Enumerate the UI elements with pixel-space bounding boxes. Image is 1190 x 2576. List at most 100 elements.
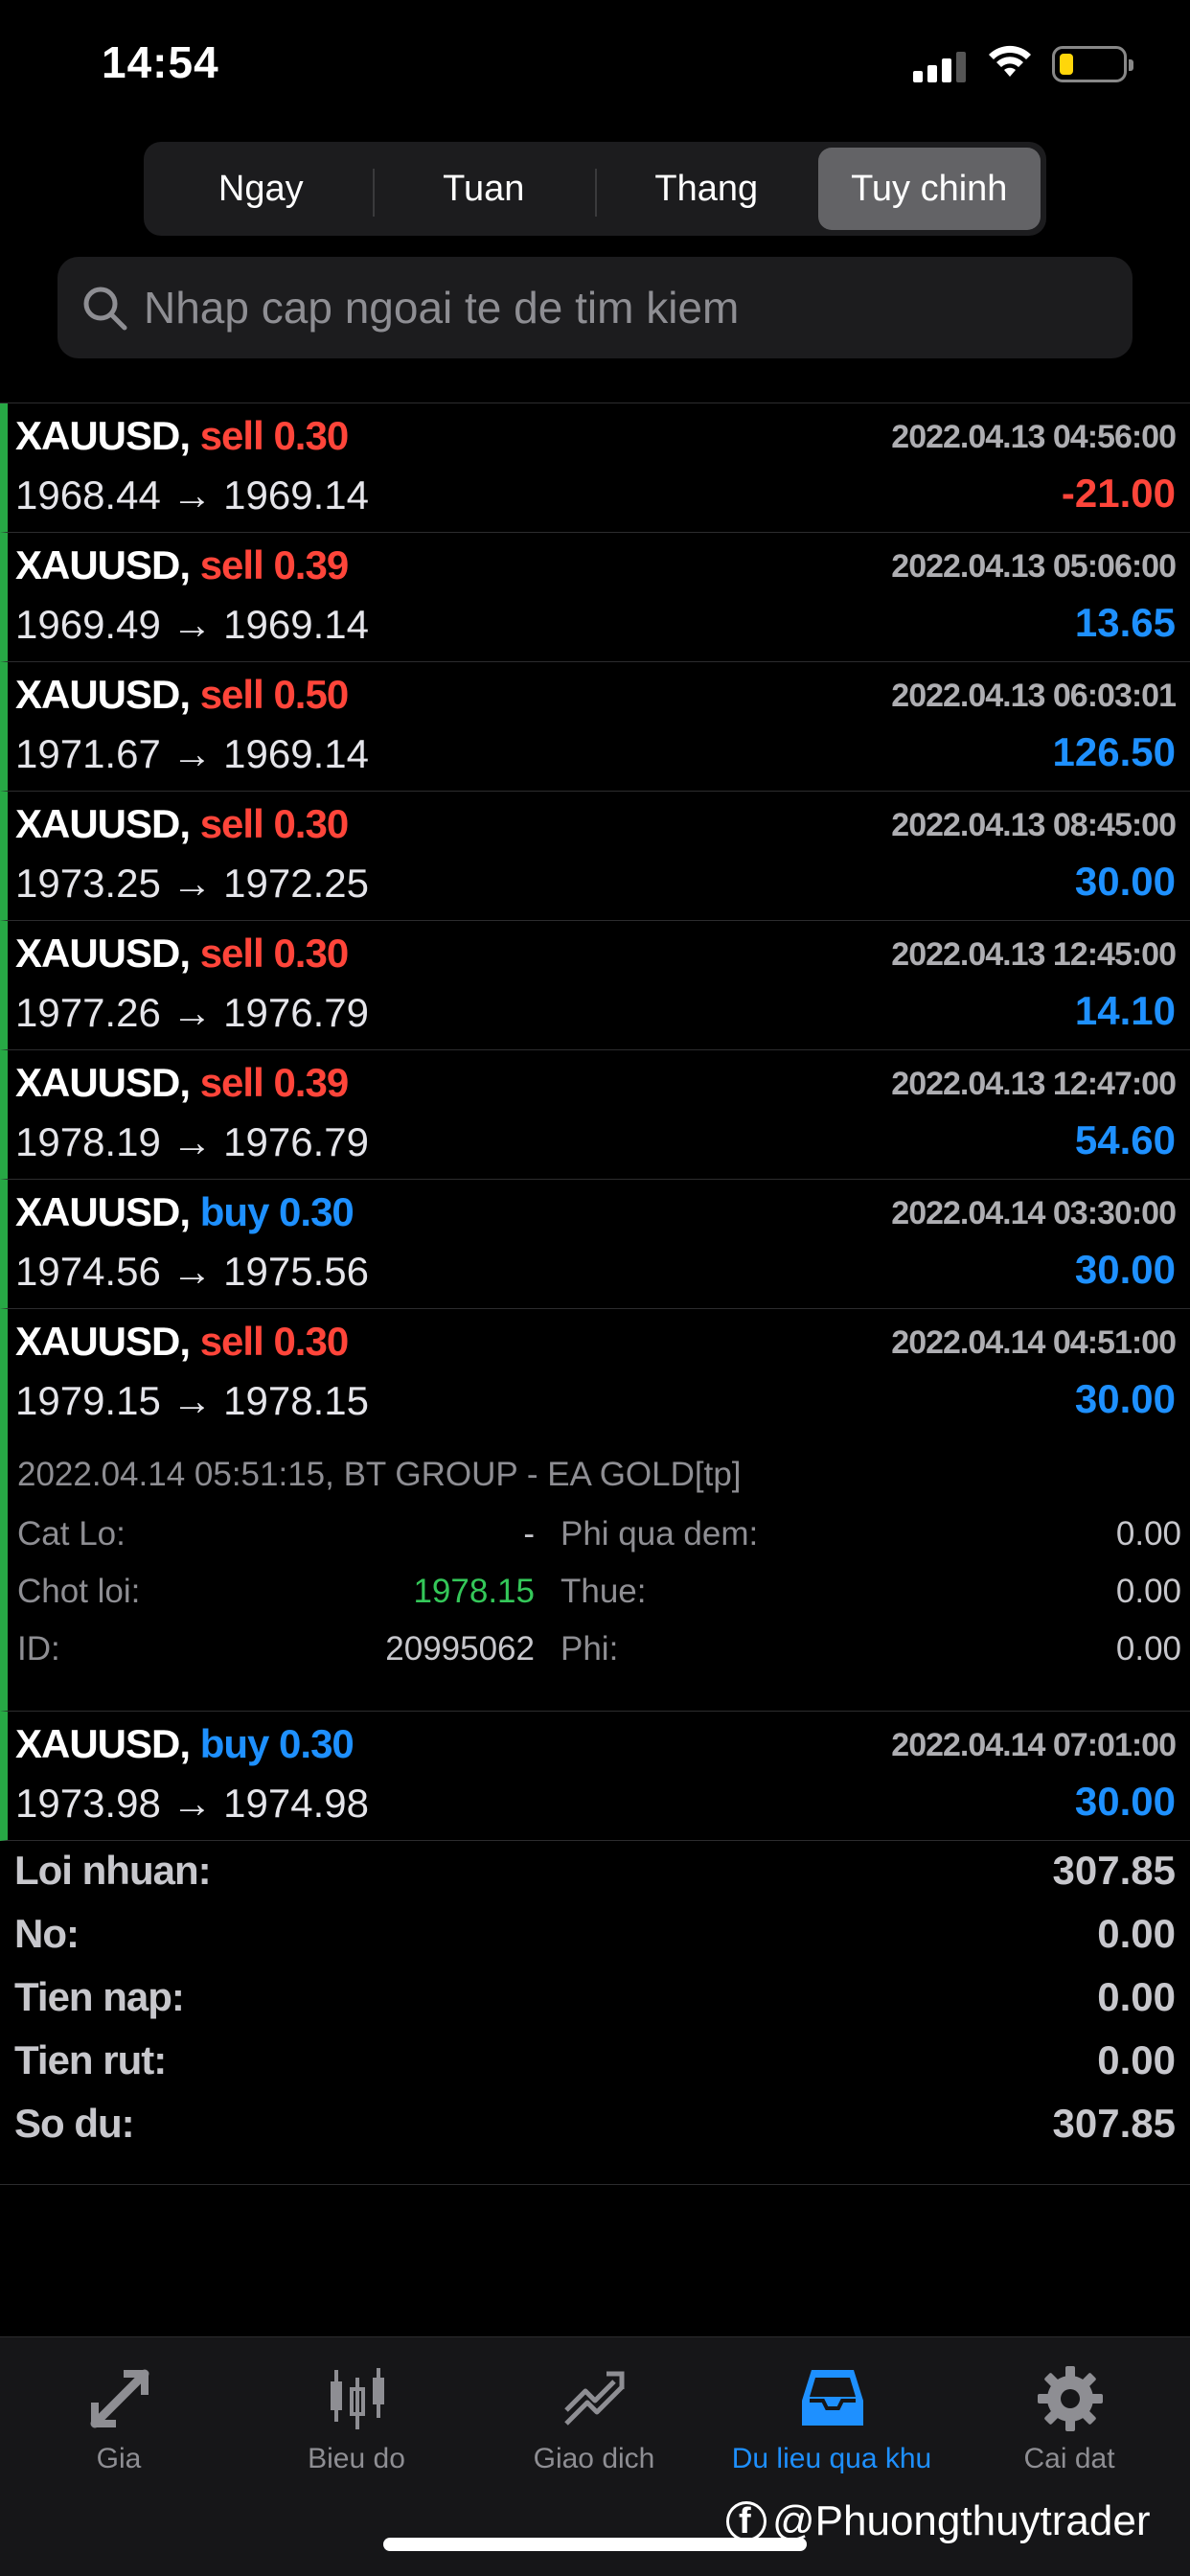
trade-symbol: XAUUSD, <box>15 413 191 458</box>
trade-profit: 14.10 <box>1074 988 1176 1033</box>
trade-row[interactable]: XAUUSD, sell 0.50 2022.04.13 06:03:01 19… <box>0 662 1190 792</box>
trade-close-info: 2022.04.14 05:51:15, BT GROUP - EA GOLD[… <box>17 1456 742 1493</box>
id-value: 20995062 <box>385 1630 535 1668</box>
stop-loss-value: - <box>523 1515 535 1552</box>
trade-row[interactable]: XAUUSD, sell 0.30 2022.04.13 04:56:00 19… <box>0 403 1190 533</box>
fee-label: Phi: <box>561 1630 619 1668</box>
trade-datetime: 2022.04.14 04:51:00 <box>891 1324 1177 1361</box>
status-time: 14:54 <box>102 37 219 87</box>
trade-symbol: XAUUSD, <box>15 1060 191 1105</box>
trade-side: sell <box>199 542 264 587</box>
search-bar <box>57 257 1133 358</box>
trade-side: buy <box>199 1721 270 1766</box>
segment-tuan[interactable]: Tuan <box>372 148 596 230</box>
trade-volume: 0.30 <box>279 1189 355 1234</box>
trade-symbol: XAUUSD, <box>15 542 191 587</box>
fee-value: 0.00 <box>1115 1630 1181 1668</box>
trade-row[interactable]: XAUUSD, sell 0.30 2022.04.13 08:45:00 19… <box>0 792 1190 921</box>
trade-side: sell <box>199 1319 264 1364</box>
trade-volume: 0.30 <box>279 1721 355 1766</box>
trade-symbol: XAUUSD, <box>15 1319 191 1364</box>
segment-thang[interactable]: Thang <box>595 148 818 230</box>
withdrawal-value: 0.00 <box>1097 2037 1176 2082</box>
credit-label: No: <box>14 1911 80 1956</box>
trade-prices: 1973.98 → 1974.98 <box>15 1781 369 1826</box>
tab-du-lieu-qua-khu[interactable]: Du lieu qua khu <box>713 2355 950 2498</box>
trade-profit: 126.50 <box>1052 729 1176 774</box>
deposit-value: 0.00 <box>1097 1974 1176 2019</box>
credit-value: 0.00 <box>1097 1911 1176 1956</box>
trade-prices: 1971.67 → 1969.14 <box>15 731 369 776</box>
trade-profit: -21.00 <box>1061 471 1176 516</box>
profit-value: 307.85 <box>1052 1848 1176 1893</box>
trade-volume: 0.30 <box>273 801 349 846</box>
balance-value: 307.85 <box>1052 2101 1176 2146</box>
trade-volume: 0.30 <box>273 931 349 976</box>
withdrawal-label: Tien rut: <box>14 2037 167 2082</box>
trade-row[interactable]: XAUUSD, buy 0.30 2022.04.14 03:30:00 197… <box>0 1180 1190 1309</box>
trade-prices: 1979.15 → 1978.15 <box>15 1378 369 1423</box>
trade-prices: 1968.44 → 1969.14 <box>15 472 369 518</box>
trade-datetime: 2022.04.14 07:01:00 <box>891 1727 1177 1763</box>
trade-symbol: XAUUSD, <box>15 801 191 846</box>
tab-gia-label: Gia <box>96 2443 142 2474</box>
trade-prices: 1974.56 → 1975.56 <box>15 1249 369 1294</box>
tab-bieu-do[interactable]: Bieu do <box>238 2355 475 2498</box>
trade-side: sell <box>199 931 264 976</box>
cellular-signal-icon <box>913 50 967 82</box>
trade-profit: 13.65 <box>1074 600 1176 645</box>
trade-volume: 0.30 <box>273 413 349 458</box>
trade-side: sell <box>199 801 264 846</box>
take-profit-value: 1978.15 <box>413 1573 535 1610</box>
profit-label: Loi nhuan: <box>14 1848 212 1893</box>
tab-gia[interactable]: Gia <box>0 2355 238 2498</box>
trade-prices: 1969.49 → 1969.14 <box>15 602 369 647</box>
swap-label: Phi qua dem: <box>561 1515 759 1552</box>
trade-row[interactable]: XAUUSD, sell 0.39 2022.04.13 05:06:00 19… <box>0 533 1190 662</box>
facebook-icon <box>726 2501 767 2542</box>
trade-profit: 30.00 <box>1074 1779 1176 1824</box>
tab-giao-dich[interactable]: Giao dich <box>475 2355 713 2498</box>
trade-volume: 0.30 <box>273 1319 349 1364</box>
trade-row-expanded[interactable]: XAUUSD, sell 0.30 2022.04.14 04:51:00 19… <box>0 1309 1190 1712</box>
tab-cai-dat-label: Cai dat <box>1023 2443 1115 2474</box>
trade-row[interactable]: XAUUSD, sell 0.30 2022.04.13 12:45:00 19… <box>0 921 1190 1050</box>
search-input[interactable] <box>144 257 1111 358</box>
account-summary: Loi nhuan: 307.85 No: 0.00 Tien nap: 0.00 T… <box>0 1840 1190 2185</box>
trade-prices: 1973.25 → 1972.25 <box>15 861 369 906</box>
candlestick-chart-icon <box>331 2368 384 2429</box>
segment-ngay[interactable]: Ngay <box>149 148 373 230</box>
segment-tuy-chinh[interactable]: Tuy chinh <box>817 148 1041 230</box>
battery-icon <box>1052 46 1133 82</box>
trade-profit: 30.00 <box>1074 1247 1176 1292</box>
trade-datetime: 2022.04.13 04:56:00 <box>891 419 1177 455</box>
period-segmented-control: Ngay Tuan Thang Tuy chinh <box>144 142 1046 236</box>
trade-prices: 1977.26 → 1976.79 <box>15 990 369 1035</box>
trade-side: sell <box>199 1060 264 1105</box>
trade-datetime: 2022.04.13 05:06:00 <box>891 548 1177 585</box>
wifi-icon <box>989 45 1031 77</box>
trade-profit: 54.60 <box>1074 1117 1176 1162</box>
tab-giao-dich-label: Giao dich <box>533 2443 655 2474</box>
tab-du-lieu-qua-khu-label: Du lieu qua khu <box>731 2443 932 2474</box>
trade-profit: 30.00 <box>1074 859 1176 904</box>
trade-symbol: XAUUSD, <box>15 672 191 717</box>
quotes-arrows-icon <box>90 2369 149 2428</box>
trade-symbol: XAUUSD, <box>15 1721 191 1766</box>
trade-row[interactable]: XAUUSD, sell 0.39 2022.04.13 12:47:00 19… <box>0 1050 1190 1180</box>
trade-volume: 0.39 <box>273 542 349 587</box>
trade-side: buy <box>199 1189 270 1234</box>
deposit-label: Tien nap: <box>14 1974 185 2019</box>
trade-datetime: 2022.04.13 08:45:00 <box>891 807 1177 843</box>
trade-row[interactable]: XAUUSD, buy 0.30 2022.04.14 07:01:00 197… <box>0 1712 1190 1841</box>
home-indicator[interactable] <box>383 2538 807 2551</box>
tax-label: Thue: <box>561 1573 647 1610</box>
trade-prices: 1978.19 → 1976.79 <box>15 1119 369 1164</box>
trade-chart-icon <box>564 2371 625 2426</box>
balance-label: So du: <box>14 2101 135 2146</box>
watermark-text: @Phuongthuytrader <box>772 2497 1151 2544</box>
trade-volume: 0.39 <box>273 1060 349 1105</box>
tab-cai-dat[interactable]: Cai dat <box>950 2355 1188 2498</box>
trade-datetime: 2022.04.13 06:03:01 <box>891 678 1177 714</box>
gear-icon <box>1038 2366 1103 2431</box>
